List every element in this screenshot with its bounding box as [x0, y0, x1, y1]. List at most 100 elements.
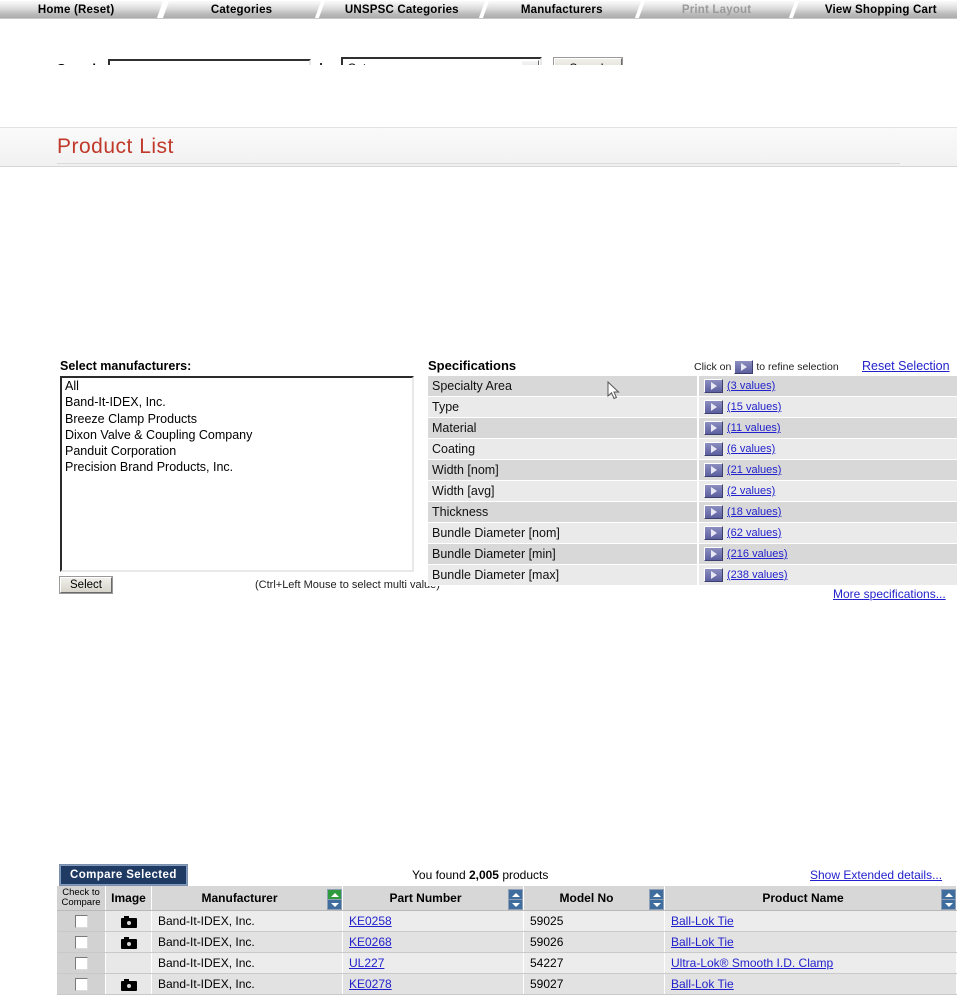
spec-refine-cell[interactable]: [699, 505, 727, 519]
list-item[interactable]: Precision Brand Products, Inc.: [62, 459, 412, 475]
spec-refine-cell[interactable]: [699, 484, 727, 498]
spec-values-link[interactable]: (6 values): [727, 443, 775, 455]
list-item[interactable]: Panduit Corporation: [62, 443, 412, 459]
show-extended-details[interactable]: Show Extended details...: [810, 868, 942, 882]
spec-name: Width [nom]: [432, 463, 499, 477]
product-name-link[interactable]: Ball-Lok Tie: [671, 977, 734, 991]
spec-row: Type (15 values): [428, 397, 957, 418]
row-compare-cell: [57, 973, 106, 995]
search-bar: Search by Category Search: [0, 19, 957, 84]
refine-arrow-icon[interactable]: [703, 379, 723, 393]
refine-arrow-icon[interactable]: [703, 442, 723, 456]
list-item[interactable]: Band-It-IDEX, Inc.: [62, 394, 412, 410]
spec-values-link[interactable]: (62 values): [727, 527, 781, 539]
camera-icon[interactable]: [120, 915, 137, 928]
select-button[interactable]: Select: [60, 577, 112, 593]
row-compare-cell: [57, 931, 106, 953]
refine-arrow-icon[interactable]: [703, 400, 723, 414]
sort-toggle-part-number[interactable]: [508, 889, 523, 910]
spec-values-link[interactable]: (11 values): [727, 422, 781, 434]
part-number-link[interactable]: UL227: [349, 956, 384, 970]
spec-values-link[interactable]: (15 values): [727, 401, 781, 413]
list-item[interactable]: Breeze Clamp Products: [62, 411, 412, 427]
tab-unspsc-categories[interactable]: UNSPSC Categories: [318, 0, 486, 19]
refine-arrow-icon[interactable]: [703, 526, 723, 540]
show-extended-details-link[interactable]: Show Extended details...: [810, 868, 942, 882]
product-name-link[interactable]: Ultra-Lok® Smooth I.D. Clamp: [671, 956, 833, 970]
manufacturer-listbox[interactable]: All Band-It-IDEX, Inc. Breeze Clamp Prod…: [60, 376, 414, 572]
th-manufacturer[interactable]: Manufacturer: [151, 886, 343, 911]
sort-desc-icon[interactable]: [941, 900, 956, 910]
refine-arrow-icon[interactable]: [703, 421, 723, 435]
compare-selected-button[interactable]: Compare Selected: [60, 865, 187, 885]
tab-home-reset[interactable]: Home (Reset): [0, 0, 164, 19]
sort-toggle-model-no[interactable]: [649, 889, 664, 910]
spec-row: Thickness (18 values): [428, 502, 957, 523]
product-name-link[interactable]: Ball-Lok Tie: [671, 914, 734, 928]
refine-arrow-icon[interactable]: [703, 484, 723, 498]
spec-refine-cell[interactable]: [699, 400, 727, 414]
product-name-link[interactable]: Ball-Lok Tie: [671, 935, 734, 949]
more-specifications-link[interactable]: More specifications...: [833, 587, 946, 601]
spec-name: Specialty Area: [432, 379, 512, 393]
table-row: Band-It-IDEX, Inc. UL227 54227 Ultra-Lok® S…: [57, 952, 957, 974]
spec-values: (11 values): [727, 422, 781, 434]
sort-desc-icon[interactable]: [649, 900, 664, 910]
camera-icon[interactable]: [120, 978, 137, 991]
list-item[interactable]: All: [62, 378, 412, 394]
spec-refine-cell[interactable]: [699, 442, 727, 456]
spec-values-link[interactable]: (21 values): [727, 464, 781, 476]
sort-toggle-manufacturer[interactable]: [327, 889, 342, 910]
spec-name: Material: [432, 421, 477, 435]
spec-refine-cell[interactable]: [699, 547, 727, 561]
th-product-name[interactable]: Product Name: [664, 886, 957, 911]
reset-selection-specs[interactable]: Reset Selection: [862, 359, 950, 373]
compare-checkbox[interactable]: [74, 957, 88, 971]
refine-arrow-icon[interactable]: [703, 547, 723, 561]
refine-arrow-icon[interactable]: [703, 568, 723, 582]
sort-asc-icon[interactable]: [649, 889, 664, 900]
spec-refine-cell[interactable]: [699, 421, 727, 435]
tab-manufacturers[interactable]: Manufacturers: [482, 0, 642, 19]
part-number-link[interactable]: KE0258: [349, 914, 392, 928]
tab-view-shopping-cart[interactable]: View Shopping Cart: [792, 0, 957, 19]
part-number-link[interactable]: KE0278: [349, 977, 392, 991]
spec-row: Bundle Diameter [min] (216 values): [428, 544, 957, 565]
tab-print-layout[interactable]: Print Layout: [638, 0, 796, 19]
refine-hint: Click on to refine selection: [694, 360, 839, 374]
th-part-number[interactable]: Part Number: [342, 886, 524, 911]
row-model-no: 59025: [523, 910, 665, 932]
refine-arrow-icon: [734, 360, 754, 374]
reset-selection-link[interactable]: Reset Selection: [862, 359, 950, 373]
tab-categories[interactable]: Categories: [162, 0, 322, 19]
spec-row: Specialty Area (3 values): [428, 376, 957, 397]
sort-desc-icon[interactable]: [327, 900, 342, 910]
spec-refine-cell[interactable]: [699, 379, 727, 393]
camera-icon[interactable]: [120, 936, 137, 949]
results-found-prefix: You found: [412, 868, 469, 882]
refine-arrow-icon[interactable]: [703, 463, 723, 477]
sort-asc-icon[interactable]: [327, 889, 342, 900]
spec-name: Coating: [432, 442, 476, 456]
spec-refine-cell[interactable]: [699, 568, 727, 582]
part-number-link[interactable]: KE0268: [349, 935, 392, 949]
spec-refine-cell[interactable]: [699, 463, 727, 477]
compare-checkbox[interactable]: [74, 915, 88, 929]
compare-checkbox[interactable]: [74, 978, 88, 992]
sort-asc-icon[interactable]: [508, 889, 523, 900]
sort-toggle-product-name[interactable]: [941, 889, 956, 910]
spec-values-link[interactable]: (18 values): [727, 506, 781, 518]
list-item[interactable]: Dixon Valve & Coupling Company: [62, 427, 412, 443]
spec-values-link[interactable]: (2 values): [727, 485, 775, 497]
multi-select-hint: (Ctrl+Left Mouse to select multi value): [255, 579, 440, 591]
spec-values-link[interactable]: (238 values): [727, 569, 788, 581]
sort-desc-icon[interactable]: [508, 900, 523, 910]
compare-checkbox[interactable]: [74, 936, 88, 950]
spec-values-link[interactable]: (3 values): [727, 380, 775, 392]
th-model-no[interactable]: Model No: [523, 886, 665, 911]
refine-arrow-icon[interactable]: [703, 505, 723, 519]
spec-refine-cell[interactable]: [699, 526, 727, 540]
sort-asc-icon[interactable]: [941, 889, 956, 900]
more-specifications[interactable]: More specifications...: [833, 587, 946, 601]
spec-values-link[interactable]: (216 values): [727, 548, 788, 560]
